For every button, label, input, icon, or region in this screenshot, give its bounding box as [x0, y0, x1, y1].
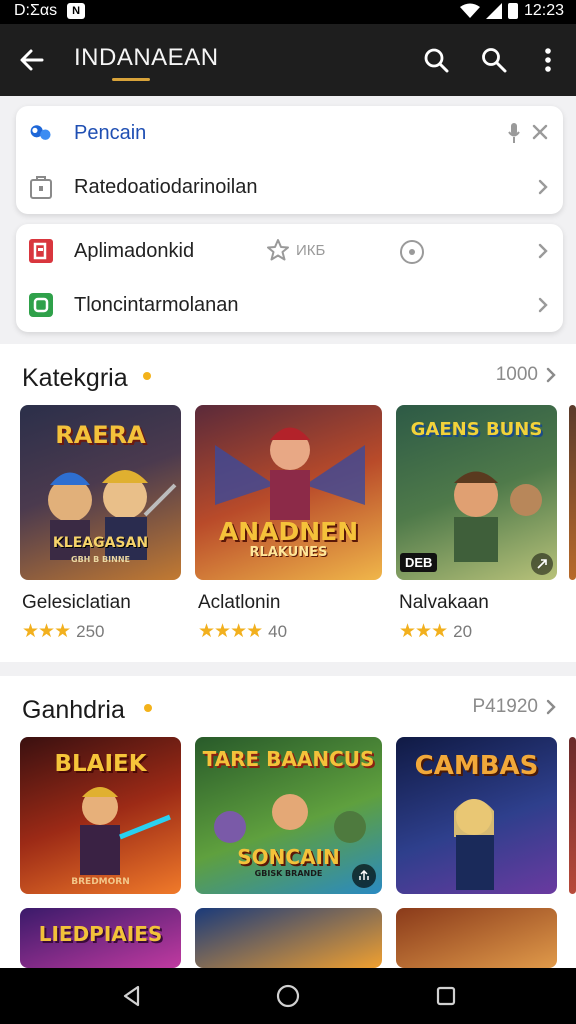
menu-row-aplimadonkid[interactable]: Aplimadonkid ИКБ [16, 224, 563, 278]
close-icon[interactable] [531, 123, 549, 146]
menu-label: Aplimadonkid [74, 239, 195, 262]
section-more-link[interactable]: 1000 [496, 364, 556, 386]
nav-home-button[interactable] [274, 982, 302, 1010]
game-tile-6[interactable]: TARE BAANCUS SONCAIN GBISK BRANDE [195, 737, 382, 894]
game-tile-10-partial[interactable] [195, 908, 382, 968]
page-title: INDANAEAN [74, 44, 219, 71]
search-icon [424, 48, 449, 73]
rating-count: 20 [453, 621, 473, 641]
back-arrow-icon [20, 49, 44, 71]
section-dot [144, 704, 152, 712]
menu-label: Pencain [74, 121, 147, 144]
battery-icon [507, 3, 518, 19]
rating-count: 250 [76, 621, 105, 641]
notification-icon: N [67, 3, 86, 19]
game-tile-3[interactable]: GAENS BUNS DEB [396, 405, 557, 580]
section-title: Katekgria [22, 364, 128, 392]
game-tile-8-partial[interactable] [569, 737, 576, 894]
menu-row-pencain[interactable]: Pencain [16, 106, 563, 160]
game-badge: DEB [400, 553, 438, 572]
game-art-title: CAMBAS [414, 751, 539, 781]
status-time-left: D:Σαs [14, 2, 58, 19]
game-name[interactable]: Gelesiclatian [22, 592, 131, 614]
people-icon [28, 120, 54, 146]
search-icon [482, 48, 507, 73]
game-art-subtitle: SONCAIN [237, 845, 340, 869]
game-tile-11-partial[interactable] [396, 908, 557, 968]
section-katekgria: Katekgria 1000 RAERA KLEAGASAN GBH B BIN… [0, 344, 576, 662]
menu-label: Tloncintarmolanan [74, 293, 239, 316]
rating-stars-icon: ★★★★ [198, 621, 263, 642]
device-icon [28, 292, 54, 318]
menu-row-tloncintar[interactable]: Tloncintarmolanan [16, 278, 563, 332]
rating-count: 40 [268, 621, 288, 641]
game-art-title: GAENS BUNS [410, 419, 543, 440]
game-art-title: BLAIEK [54, 751, 147, 777]
wifi-icon [459, 3, 480, 18]
nav-recents-icon [436, 986, 456, 1006]
more-options-button[interactable] [530, 42, 566, 78]
rating-text: ИКБ [296, 241, 326, 259]
nav-back-button[interactable] [118, 982, 146, 1010]
game-art-title: TARE BAANCUS [202, 747, 375, 771]
rating-stars-icon: ★★★ [22, 621, 71, 642]
nav-back-icon [123, 985, 140, 1007]
game-tile-1[interactable]: RAERA KLEAGASAN GBH B BINNE [20, 405, 181, 580]
section-more-text: P41920 [472, 696, 538, 717]
status-time-right: 12:23 [523, 2, 564, 19]
chevron-right-icon [535, 243, 551, 259]
nav-home-icon [276, 984, 300, 1008]
app-screen: D:Σαs N 12:23 INDANAEAN Pencain Ratedoat… [0, 0, 576, 1024]
status-bar: D:Σαs N 12:23 [0, 0, 576, 24]
game-art-subtitle: BREDMORN [71, 877, 130, 887]
game-name[interactable]: Aclatlonin [198, 592, 280, 614]
menu-label: Ratedoatiodarinoilan [74, 175, 258, 198]
menu-card-2: Aplimadonkid ИКБ Tloncintarmolanan [16, 224, 563, 332]
signal-icon [485, 3, 502, 19]
game-rating: ★★★ 20 [399, 620, 472, 643]
section-title: Ganhdria [22, 696, 125, 724]
section-dot [143, 372, 151, 380]
chevron-right-icon [535, 179, 551, 195]
expand-icon[interactable] [531, 553, 553, 575]
game-art-title: LIEDPIAIES [38, 922, 163, 946]
game-art-title: RAERA [55, 421, 146, 449]
mic-icon[interactable] [507, 122, 521, 149]
bag-icon [28, 174, 54, 200]
nav-recents-button[interactable] [432, 982, 460, 1010]
game-art-subtitle-2: GBH B BINNE [71, 555, 130, 564]
info-circle-icon[interactable] [399, 239, 425, 270]
game-art-subtitle: RLAKUNES [249, 545, 328, 560]
game-tile-5[interactable]: BLAIEK BREDMORN [20, 737, 181, 894]
app-icon [28, 238, 54, 264]
game-tile-4-partial[interactable] [569, 405, 576, 580]
game-art-title: ANADNEN [218, 517, 359, 546]
menu-card-1: Pencain Ratedoatiodarinoilan [16, 106, 563, 214]
title-underline [112, 78, 150, 81]
section-ganhdria: Ganhdria P41920 BLAIEK BREDMORN TARE BAA… [0, 676, 576, 968]
game-tile-7[interactable]: CAMBAS [396, 737, 557, 894]
star-outline-icon [267, 239, 289, 261]
section-more-text: 1000 [495, 364, 538, 385]
game-rating: ★★★★ 40 [198, 620, 287, 643]
app-bar: INDANAEAN [0, 24, 576, 96]
game-art-subtitle: KLEAGASAN [52, 535, 149, 551]
back-button[interactable] [14, 42, 50, 78]
menu-row-ratedoatio[interactable]: Ratedoatiodarinoilan [16, 160, 563, 214]
rating-group: ИКБ [266, 238, 325, 262]
chevron-right-icon [546, 367, 556, 383]
more-vertical-icon [545, 48, 551, 72]
chevron-right-icon [546, 699, 556, 715]
game-name[interactable]: Nalvakaan [399, 592, 489, 614]
rating-stars-icon: ★★★ [399, 621, 448, 642]
game-tile-2[interactable]: ANADNEN RLAKUNES [195, 405, 382, 580]
search-button-1[interactable] [418, 42, 454, 78]
system-nav-bar [0, 968, 576, 1024]
game-rating: ★★★ 250 [22, 620, 104, 643]
search-button-2[interactable] [476, 42, 512, 78]
game-tile-9-partial[interactable]: LIEDPIAIES [20, 908, 181, 968]
section-more-link[interactable]: P41920 [472, 696, 556, 718]
chevron-right-icon [535, 297, 551, 313]
share-icon[interactable] [352, 864, 376, 888]
